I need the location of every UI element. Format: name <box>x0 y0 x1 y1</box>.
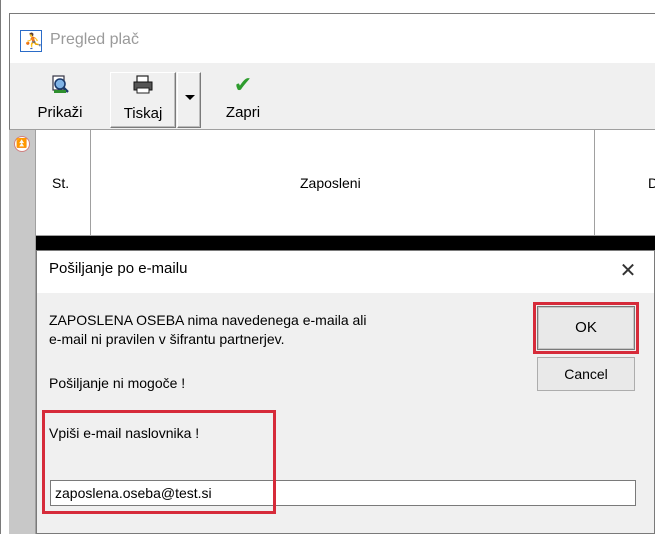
message-line-3: Pošiljanje ni mogoče ! <box>49 375 186 391</box>
close-tool-button[interactable]: ✔ Zapri <box>214 72 272 128</box>
close-tool-button-label: Zapri <box>225 104 261 121</box>
email-highlight-box <box>42 410 276 514</box>
column-separator <box>594 130 595 236</box>
toolbar <box>9 63 655 130</box>
collapse-up-icon[interactable]: ⏫ <box>14 136 30 152</box>
print-button[interactable]: Tiskaj <box>110 72 176 128</box>
preview-button-label: Prikaži <box>37 104 83 121</box>
screenshot-root: ⛹ Pregled plač Prikaži Tiskaj ✔ Zapri ⏫ … <box>0 0 655 534</box>
chevron-down-icon <box>185 95 195 100</box>
preview-button[interactable]: Prikaži <box>30 72 90 128</box>
column-header-st[interactable]: St. <box>52 175 69 191</box>
selected-row <box>36 236 655 250</box>
cancel-button[interactable]: Cancel <box>537 357 635 391</box>
preview-icon <box>30 74 90 98</box>
printer-icon <box>111 75 175 99</box>
print-button-label: Tiskaj <box>123 105 163 122</box>
print-dropdown-button[interactable] <box>177 72 201 128</box>
ok-highlight-box <box>533 302 639 354</box>
message-line-1: ZAPOSLENA OSEBA nima navedenega e-maila … <box>49 312 367 328</box>
column-header-zaposleni[interactable]: Zaposleni <box>300 175 361 191</box>
grid-row-indicator-strip <box>9 130 36 534</box>
column-separator <box>90 130 91 236</box>
app-icon: ⛹ <box>20 30 43 52</box>
checkmark-icon: ✔ <box>233 73 253 98</box>
column-header-d[interactable]: D <box>648 175 655 191</box>
close-icon[interactable]: ✕ <box>610 255 646 285</box>
dialog-title: Pošiljanje po e-mailu <box>49 260 188 277</box>
window-title: Pregled plač <box>50 31 139 48</box>
runner-icon: ⛹ <box>24 32 43 50</box>
message-line-2: e-mail ni pravilen v šifrantu partnerjev… <box>49 331 285 347</box>
